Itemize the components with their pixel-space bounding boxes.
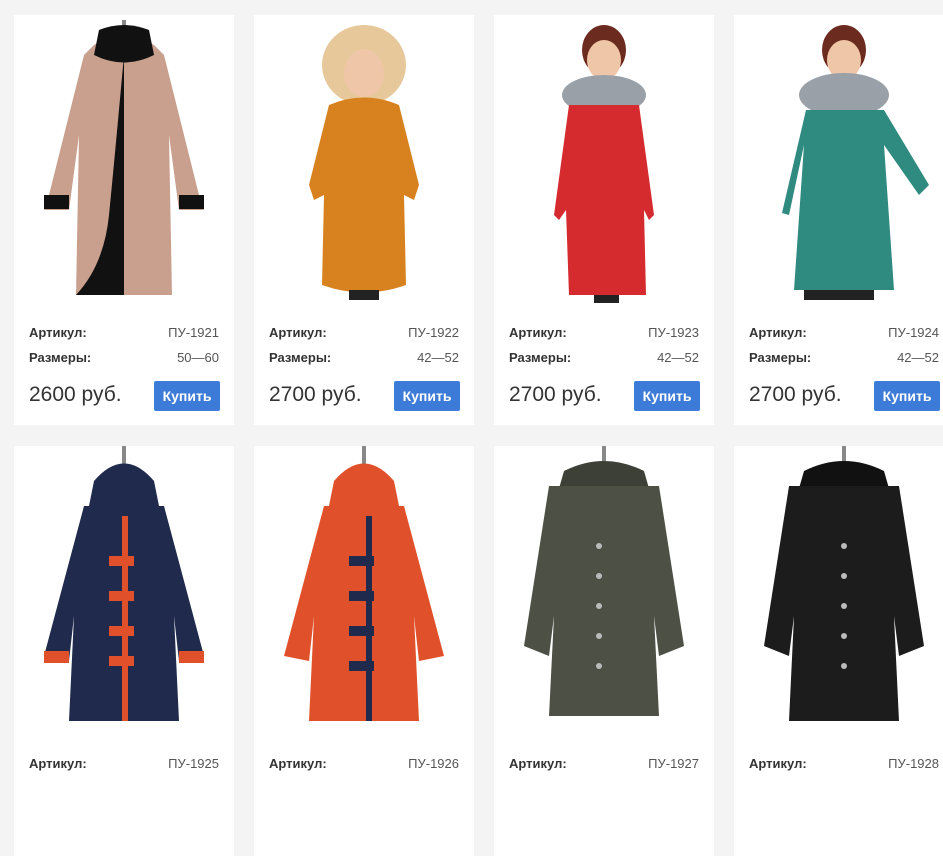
sizes-value: 42—52 (897, 350, 939, 365)
product-card[interactable]: Артикул: ПУ-1925 (14, 446, 234, 856)
product-card[interactable]: Артикул: ПУ-1922 Размеры: 42—52 2700 руб… (254, 15, 474, 425)
product-card[interactable]: Артикул: ПУ-1926 (254, 446, 474, 856)
article-value: ПУ-1925 (168, 756, 219, 771)
article-value: ПУ-1922 (408, 325, 459, 340)
product-image[interactable] (14, 446, 234, 736)
buy-button[interactable]: Купить (154, 381, 220, 411)
price: 2700 руб. (269, 383, 362, 406)
product-image[interactable] (254, 446, 474, 736)
article-value: ПУ-1923 (648, 325, 699, 340)
article-label: Артикул: (509, 756, 567, 771)
article-value: ПУ-1927 (648, 756, 699, 771)
sizes-label: Размеры: (509, 350, 572, 365)
sizes-value: 42—52 (417, 350, 459, 365)
price: 2700 руб. (749, 383, 842, 406)
product-image[interactable] (254, 15, 474, 305)
article-label: Артикул: (269, 756, 327, 771)
product-card[interactable]: Артикул: ПУ-1923 Размеры: 42—52 2700 руб… (494, 15, 714, 425)
price: 2700 руб. (509, 383, 602, 406)
product-card[interactable]: Артикул: ПУ-1927 (494, 446, 714, 856)
article-label: Артикул: (29, 325, 87, 340)
product-grid: Артикул: ПУ-1921 Размеры: 50—60 2600 руб… (0, 0, 943, 856)
article-value: ПУ-1926 (408, 756, 459, 771)
price: 2600 руб. (29, 383, 122, 406)
product-card[interactable]: Артикул: ПУ-1921 Размеры: 50—60 2600 руб… (14, 15, 234, 425)
product-card[interactable]: Артикул: ПУ-1928 (734, 446, 943, 856)
article-label: Артикул: (749, 325, 807, 340)
product-image[interactable] (14, 15, 234, 305)
sizes-value: 42—52 (657, 350, 699, 365)
article-value: ПУ-1924 (888, 325, 939, 340)
buy-button[interactable]: Купить (634, 381, 700, 411)
sizes-label: Размеры: (749, 350, 812, 365)
article-label: Артикул: (29, 756, 87, 771)
product-card[interactable]: Артикул: ПУ-1924 Размеры: 42—52 2700 руб… (734, 15, 943, 425)
product-image[interactable] (494, 15, 714, 305)
article-label: Артикул: (749, 756, 807, 771)
product-image[interactable] (494, 446, 714, 736)
product-image[interactable] (734, 446, 943, 736)
sizes-label: Размеры: (29, 350, 92, 365)
sizes-value: 50—60 (177, 350, 219, 365)
article-value: ПУ-1921 (168, 325, 219, 340)
article-label: Артикул: (269, 325, 327, 340)
article-value: ПУ-1928 (888, 756, 939, 771)
sizes-label: Размеры: (269, 350, 332, 365)
article-label: Артикул: (509, 325, 567, 340)
buy-button[interactable]: Купить (874, 381, 940, 411)
buy-button[interactable]: Купить (394, 381, 460, 411)
product-image[interactable] (734, 15, 943, 305)
